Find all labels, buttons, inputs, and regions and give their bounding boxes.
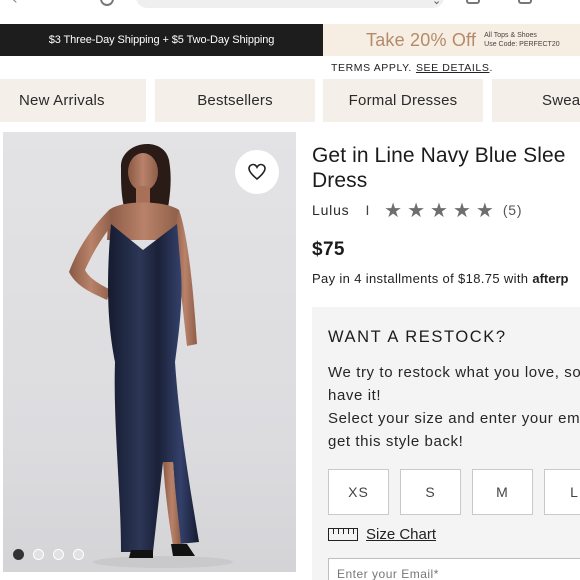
restock-message: We try to restock what you love, so have… [328,361,580,453]
size-option-s[interactable]: S [400,469,461,515]
browser-address-bar[interactable] [136,0,444,8]
product-image[interactable] [3,132,296,572]
brand-link[interactable]: Lulus [312,202,349,218]
restock-message-line-4: get this style back! [328,433,464,450]
size-chart-label: Size Chart [366,526,437,543]
share-icon[interactable] [466,0,480,4]
size-option-xs[interactable]: XS [328,469,389,515]
product-title: Get in Line Navy Blue Slee Dress [312,143,580,193]
size-option-m[interactable]: M [472,469,533,515]
terms-end: . [489,62,493,74]
favorite-button[interactable] [235,150,279,194]
restock-panel: WANT A RESTOCK? We try to restock what y… [312,307,580,580]
product-title-line-2: Dress [312,169,368,192]
nav-item-sweaters[interactable]: Swea [492,79,580,122]
brand-separator: I [365,202,371,218]
restock-heading: WANT A RESTOCK? [328,328,507,346]
installments-text: Pay in 4 installments of $18.75 with [312,271,529,286]
email-placeholder: Enter your Email* [337,567,439,580]
carousel-dot-4[interactable] [73,549,84,560]
afterpay-logo[interactable]: afterp [532,271,568,286]
discount-details: All Tops & Shoes Use Code: PERFECT20 [484,31,559,49]
chevron-down-icon[interactable]: ⌄ [432,0,441,7]
nav-item-bestsellers[interactable]: Bestsellers [155,79,315,122]
nav-item-new-arrivals[interactable]: New Arrivals [0,79,146,122]
discount-line-1: All Tops & Shoes [484,32,537,39]
carousel-dot-2[interactable] [33,549,44,560]
terms-notice: TERMS APPLY. SEE DETAILS. [331,62,493,74]
restock-message-line-1: We try to restock what you love, so [328,364,580,381]
carousel-dot-3[interactable] [53,549,64,560]
size-option-l[interactable]: L [544,469,580,515]
product-price: $75 [312,239,345,260]
image-carousel-dots [13,549,84,560]
review-count[interactable]: (5) [503,202,523,218]
size-chart-link[interactable]: Size Chart [328,526,436,543]
ruler-icon [328,528,358,541]
installments-note: Pay in 4 installments of $18.75 with aft… [312,271,580,286]
shipping-promo-banner[interactable]: $3 Three-Day Shipping + $5 Two-Day Shipp… [0,24,323,56]
browser-toolbar: ‹ ⌄ [0,0,580,14]
category-nav: New Arrivals Bestsellers Formal Dresses … [0,79,580,122]
terms-text: TERMS APPLY. [331,62,412,74]
model-in-dress-illustration [69,144,233,568]
heart-outline-icon [248,163,266,181]
product-title-line-1: Get in Line Navy Blue Slee [312,144,566,167]
email-field[interactable]: Enter your Email* [328,558,580,580]
carousel-dot-1[interactable] [13,549,24,560]
restock-message-line-2: have it! [328,387,382,404]
restock-message-line-3: Select your size and enter your em [328,410,580,427]
back-arrow-icon[interactable]: ‹ [12,0,18,8]
discount-promo-banner[interactable]: Take 20% Off All Tops & Shoes Use Code: … [323,24,580,56]
size-selector: XS S M L [328,469,580,515]
discount-headline: Take 20% Off [366,29,477,50]
brand-rating-row: Lulus I ★★★★★ (5) [312,198,523,222]
refresh-icon[interactable] [100,0,114,6]
discount-line-2: Use Code: PERFECT20 [484,41,560,48]
star-rating-icon[interactable]: ★★★★★ [384,198,499,222]
shipping-promo-text: $3 Three-Day Shipping + $5 Two-Day Shipp… [48,34,275,46]
see-details-link[interactable]: SEE DETAILS [416,62,490,74]
nav-item-formal-dresses[interactable]: Formal Dresses [323,79,483,122]
tabs-icon[interactable] [518,0,532,4]
